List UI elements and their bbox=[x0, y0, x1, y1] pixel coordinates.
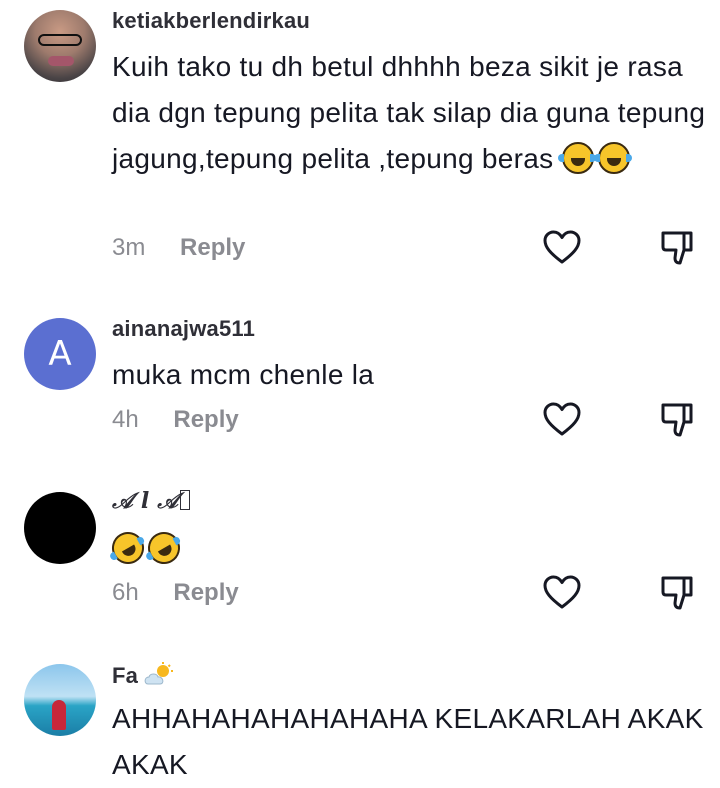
comment-meta: 4h Reply bbox=[112, 406, 239, 434]
comment-meta: 6h Reply bbox=[112, 579, 239, 607]
sun-behind-cloud-icon bbox=[145, 662, 174, 685]
reply-button[interactable]: Reply bbox=[180, 234, 245, 261]
avatar[interactable] bbox=[24, 10, 96, 82]
heart-outline-icon[interactable] bbox=[542, 400, 582, 440]
comment-text: Kuih tako tu dh betul dhhhh beza sikit j… bbox=[112, 51, 706, 174]
rolling-on-floor-laughing-emoji bbox=[106, 526, 150, 570]
avatar-letter: A bbox=[48, 334, 72, 374]
avatar[interactable] bbox=[24, 492, 96, 564]
comment-time: 6h bbox=[112, 579, 139, 606]
reply-button[interactable]: Reply bbox=[173, 579, 238, 606]
comment-username[interactable]: ainanajwa511 bbox=[112, 316, 255, 342]
comment-text bbox=[106, 526, 712, 572]
thumbs-down-outline-icon[interactable] bbox=[658, 573, 698, 613]
heart-outline-icon[interactable] bbox=[542, 228, 582, 268]
rolling-on-floor-laughing-emoji bbox=[142, 526, 186, 570]
reply-button[interactable]: Reply bbox=[173, 406, 238, 433]
thumbs-down-outline-icon[interactable] bbox=[658, 400, 698, 440]
comment-username[interactable]: Fa bbox=[112, 662, 174, 689]
tears-of-joy-emoji bbox=[557, 142, 596, 174]
heart-outline-icon[interactable] bbox=[542, 573, 582, 613]
thumbs-down-outline-icon[interactable] bbox=[658, 228, 698, 268]
comment-text: AHHAHAHAHAHAHAHA KELAKARLAH AKAK AKAK bbox=[112, 703, 704, 780]
comment-meta: 3m Reply bbox=[112, 234, 245, 262]
comment-time: 4h bbox=[112, 406, 139, 433]
comment-username[interactable]: ketiakberlendirkau bbox=[112, 8, 310, 34]
comment-time: 3m bbox=[112, 234, 146, 261]
comment-username[interactable]: 𝒜 l 𝒜 bbox=[112, 488, 191, 514]
avatar[interactable]: A bbox=[24, 318, 96, 390]
comment-text: muka mcm chenle la bbox=[112, 359, 375, 390]
tears-of-joy-emoji bbox=[593, 142, 632, 174]
avatar[interactable] bbox=[24, 664, 96, 736]
